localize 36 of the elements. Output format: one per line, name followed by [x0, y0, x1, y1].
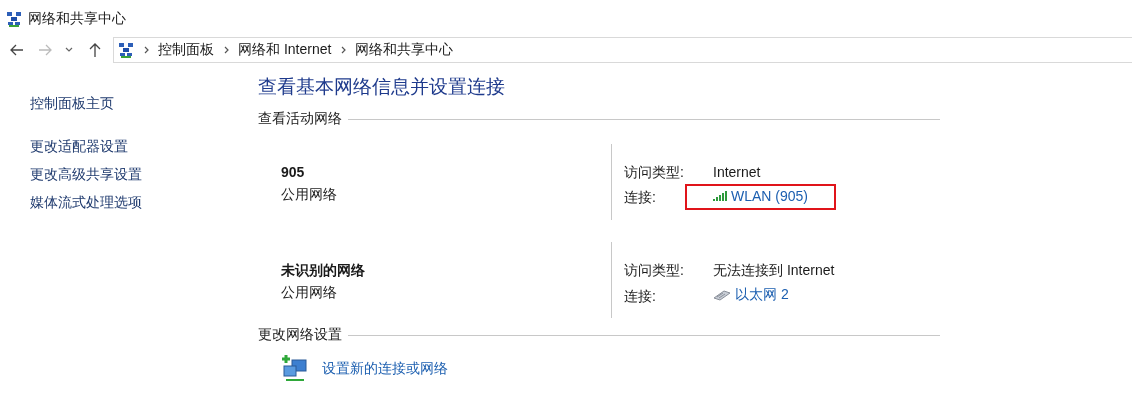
connection-link[interactable]: 以太网 2: [713, 286, 789, 304]
setting-link[interactable]: 设置新的连接或网络: [322, 360, 448, 378]
field-label: 连接:: [624, 287, 657, 306]
field-label: 访问类型:: [624, 261, 685, 280]
field-label: 连接:: [624, 188, 657, 207]
chevron-icon: [144, 46, 150, 54]
connection-link[interactable]: WLAN (905): [713, 188, 809, 204]
breadcrumb-item[interactable]: 控制面板: [158, 41, 214, 59]
network-icon: [118, 42, 134, 58]
sidebar-link[interactable]: 更改适配器设置: [30, 136, 258, 156]
address-bar[interactable]: 控制面板 网络和 Internet 网络和共享中心: [113, 37, 1132, 63]
access-type: 无法连接到 Internet: [713, 261, 835, 280]
network-name: 未识别的网络: [281, 261, 366, 280]
section-title: 更改网络设置: [258, 326, 342, 344]
section-title: 查看活动网络: [258, 110, 342, 128]
network-category[interactable]: 公用网络: [281, 183, 611, 205]
access-type: Internet: [713, 163, 762, 182]
page-heading: 查看基本网络信息并设置连接: [258, 75, 506, 99]
sidebar-link[interactable]: 媒体流式处理选项: [30, 192, 258, 212]
window-title: 网络和共享中心: [28, 9, 126, 28]
sidebar-link[interactable]: 控制面板主页: [30, 93, 258, 113]
up-icon[interactable]: [87, 42, 103, 58]
breadcrumb-item[interactable]: 网络和 Internet: [238, 41, 332, 59]
signal-icon: [713, 191, 727, 201]
chevron-icon: [341, 46, 348, 54]
network-name: 905: [281, 163, 306, 182]
network-icon: [6, 10, 22, 27]
network-category[interactable]: 公用网络: [281, 281, 611, 303]
breadcrumb-item[interactable]: 网络和共享中心: [355, 41, 454, 59]
dropdown-icon[interactable]: [65, 46, 73, 54]
new-connection-icon: [280, 354, 310, 384]
chevron-icon: [224, 46, 230, 54]
back-icon[interactable]: [9, 42, 25, 58]
field-label: 访问类型:: [624, 163, 685, 182]
ethernet-icon: [713, 289, 731, 301]
sidebar-link[interactable]: 更改高级共享设置: [30, 164, 258, 184]
